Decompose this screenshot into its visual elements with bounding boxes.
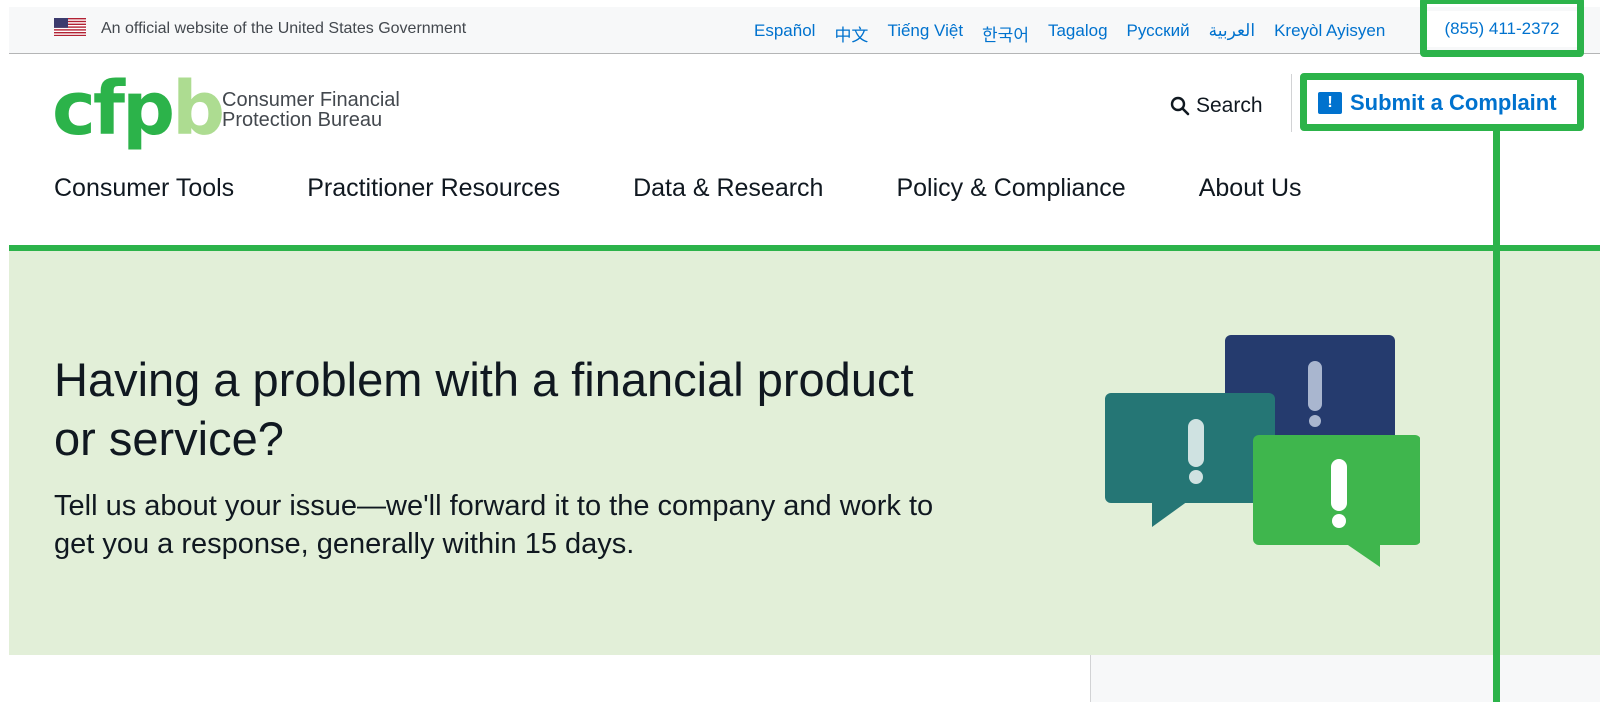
sidebar-area [1090, 655, 1600, 702]
language-links: Español 中文 Tiếng Việt 한국어 Tagalog Русски… [754, 21, 1385, 46]
lang-link-tagalog[interactable]: Tagalog [1048, 21, 1108, 46]
complaint-bubble-icon: ! [1318, 92, 1342, 114]
official-site-text: An official website of the United States… [101, 20, 467, 37]
nav-item-about-us[interactable]: About Us [1199, 174, 1302, 203]
submit-complaint-button[interactable]: ! Submit a Complaint [1312, 86, 1563, 120]
logo-letter: c [52, 66, 96, 152]
lang-link-chinese[interactable]: 中文 [834, 21, 868, 46]
lang-link-russian[interactable]: Русский [1127, 21, 1190, 46]
lang-link-arabic[interactable]: العربية [1209, 21, 1255, 46]
search-button[interactable]: Search [1170, 94, 1263, 118]
hero-subtext: Tell us about your issue—we'll forward i… [54, 490, 934, 560]
nav-item-policy-compliance[interactable]: Policy & Compliance [896, 174, 1125, 203]
gov-banner: An official website of the United States… [9, 7, 1600, 54]
logo-agency-name: Consumer Financial Protection Bureau [222, 90, 400, 130]
submit-complaint-label: Submit a Complaint [1350, 90, 1557, 115]
search-label: Search [1196, 94, 1263, 117]
logo-letter: p [122, 66, 175, 152]
hero-headline: Having a problem with a financial produc… [54, 353, 914, 465]
lang-link-haitian-creole[interactable]: Kreyòl Ayisyen [1274, 21, 1385, 46]
logo-letter: b [172, 66, 225, 152]
logo-line-1: Consumer Financial [222, 89, 400, 111]
lang-link-vietnamese[interactable]: Tiếng Việt [887, 21, 963, 46]
speech-bubbles-exclamation-icon [1105, 335, 1420, 567]
nav-item-consumer-tools[interactable]: Consumer Tools [54, 174, 234, 203]
nav-item-data-research[interactable]: Data & Research [633, 174, 823, 203]
annotation-connector [1493, 131, 1500, 702]
header-divider [1291, 74, 1292, 132]
cfpb-logo[interactable]: cfpb [52, 72, 225, 146]
hero-section-right [1500, 251, 1600, 655]
logo-mark-text: cfpb [52, 66, 225, 152]
content-area [9, 655, 1089, 702]
phone-link[interactable]: (855) 411-2372 [1427, 11, 1577, 47]
us-flag-icon [54, 18, 86, 36]
lang-link-spanish[interactable]: Español [754, 21, 815, 46]
lang-link-korean[interactable]: 한국어 [982, 21, 1029, 46]
logo-line-2: Protection Bureau [222, 109, 383, 131]
logo-letter: f [92, 66, 125, 152]
nav-item-practitioner-resources[interactable]: Practitioner Resources [307, 174, 560, 203]
search-icon [1170, 96, 1190, 116]
main-nav: Consumer Tools Practitioner Resources Da… [54, 174, 1375, 203]
